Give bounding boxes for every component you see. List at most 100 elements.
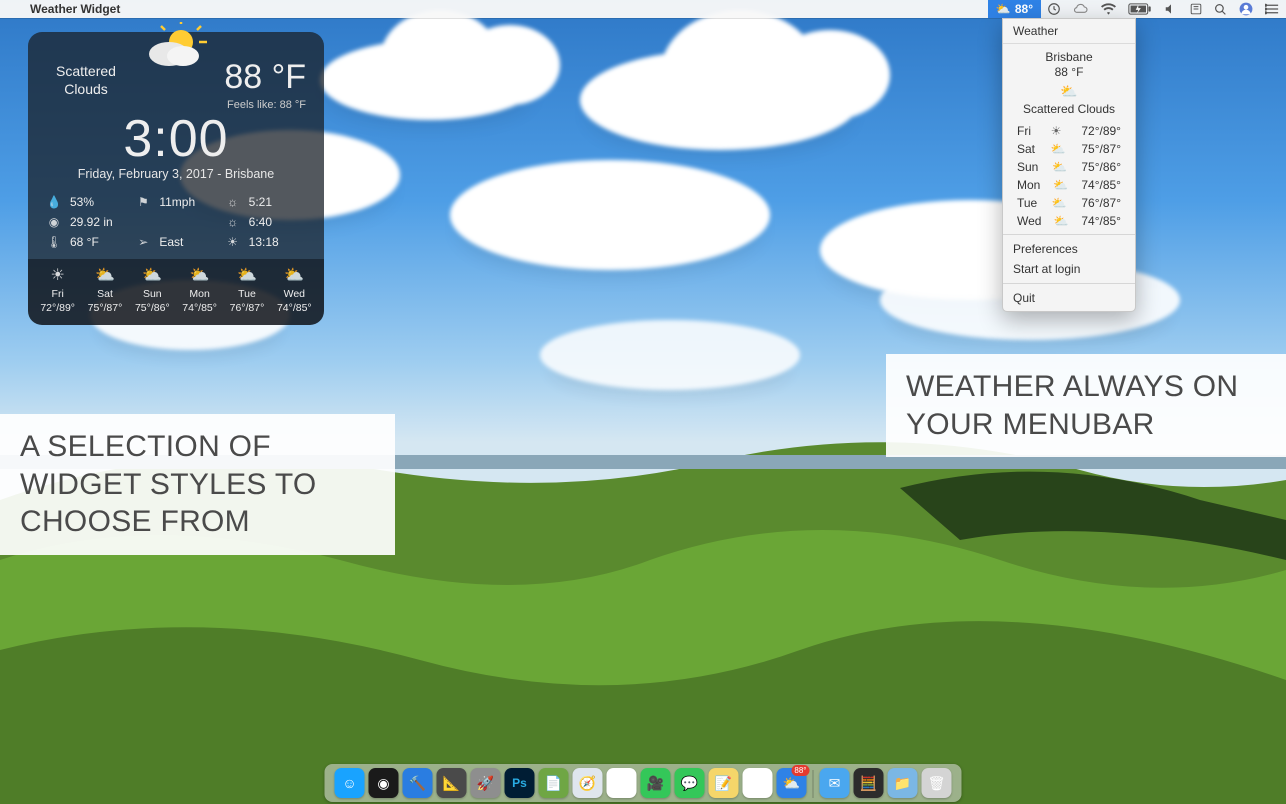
macos-menubar: Weather Widget ⛅ 88° xyxy=(0,0,1286,18)
pressure-value: 29.92 in xyxy=(70,215,127,229)
user-icon[interactable] xyxy=(1233,0,1259,18)
dropdown-forecast-row: Mon⛅74°/85° xyxy=(1003,176,1135,194)
dock-mail-icon[interactable]: ✉ xyxy=(820,768,850,798)
dewpoint-icon: 🌡 xyxy=(46,235,62,249)
sun-icon: ☀ xyxy=(1048,124,1064,138)
partly-cloudy-icon: ⛅ xyxy=(271,267,318,285)
menubar-weather-dropdown: Weather Brisbane 88 °F ⛅ Scattered Cloud… xyxy=(1002,18,1136,312)
dock-chrome-icon[interactable]: ◯ xyxy=(607,768,637,798)
dock-facetime-icon[interactable]: 🎥 xyxy=(641,768,671,798)
partly-cloudy-icon: ⛅ xyxy=(129,267,176,285)
dock-trash-icon[interactable]: 🗑 xyxy=(922,768,952,798)
dock-photoshop-icon[interactable]: Ps xyxy=(505,768,535,798)
widget-forecast-strip: ☀Fri72°/89°⛅Sat75°/87°⛅Sun75°/86°⛅Mon74°… xyxy=(28,259,324,325)
forecast-day-label: Fri xyxy=(1017,124,1031,138)
dropdown-weather-icon: ⛅ xyxy=(1003,83,1135,100)
dock-siri-icon[interactable]: ◉ xyxy=(369,768,399,798)
humidity-icon: 💧 xyxy=(46,195,62,209)
dropdown-forecast-row: Wed ⛅ 74°/85° xyxy=(1003,212,1135,230)
start-at-login-menu-item[interactable]: Start at login xyxy=(1003,259,1135,279)
partly-cloudy-icon: ⛅ xyxy=(1052,160,1068,174)
dock-coda-icon[interactable]: 📄 xyxy=(539,768,569,798)
dock-instruments-icon[interactable]: 📐 xyxy=(437,768,467,798)
macos-dock: ☺◉🔨📐🚀Ps📄🧭◯🎥💬📝🏞⛅88° ✉🧮📁🗑 xyxy=(325,764,962,802)
forecast-day: ⛅ Sun75°/86° xyxy=(129,267,176,315)
partly-cloudy-icon: ⛅ xyxy=(1050,142,1066,156)
forecast-day-label: Mon xyxy=(176,287,223,301)
time-machine-icon[interactable] xyxy=(1041,0,1067,18)
cloud-icon[interactable] xyxy=(1067,0,1095,18)
dock-xcode-icon[interactable]: 🔨 xyxy=(403,768,433,798)
forecast-temps: 75°/86° xyxy=(129,301,176,315)
forecast-day: ⛅Wed74°/85° xyxy=(271,267,318,315)
wifi-icon[interactable] xyxy=(1095,0,1122,18)
forecast-temps: 74°/85° xyxy=(271,301,318,315)
forecast-temps: 76°/87° xyxy=(223,301,270,315)
dock-calculator-icon[interactable]: 🧮 xyxy=(854,768,884,798)
dock-music-folder-icon[interactable]: 📁 xyxy=(888,768,918,798)
feels-like: Feels like: 88 °F xyxy=(224,99,306,111)
dock-badge: 88° xyxy=(791,765,809,776)
humidity-value: 53% xyxy=(70,195,127,209)
battery-icon[interactable] xyxy=(1122,0,1158,18)
forecast-day-label: Fri xyxy=(34,287,81,301)
menubar-temp: 88° xyxy=(1015,2,1033,16)
dropdown-temp: 88 °F xyxy=(1003,65,1135,79)
sun-icon: ☀ xyxy=(34,267,81,285)
partly-cloudy-icon: ⛅ xyxy=(1051,196,1067,210)
sunrise-value: 5:21 xyxy=(249,195,306,209)
forecast-day: ☀ Fri72°/89° xyxy=(34,267,81,315)
cloud-graphic xyxy=(450,160,770,270)
partly-cloudy-icon: ⛅ xyxy=(1053,214,1069,228)
forecast-day: ⛅Mon74°/85° xyxy=(176,267,223,315)
dock-finder-icon[interactable]: ☺ xyxy=(335,768,365,798)
spotlight-input-icon[interactable] xyxy=(1184,0,1208,18)
dropdown-condition: Scattered Clouds xyxy=(1003,102,1135,116)
forecast-day: ⛅ Tue76°/87° xyxy=(223,267,270,315)
day-length-value: 13:18 xyxy=(249,235,306,249)
dock-messages-icon[interactable]: 💬 xyxy=(675,768,705,798)
sunset-icon: ☼ xyxy=(225,215,241,229)
forecast-temps: 72°/89° xyxy=(1081,124,1121,138)
weather-widget[interactable]: Scattered Clouds 88 °F Feels like: 88 °F… xyxy=(28,32,324,325)
forecast-day: ⛅Sat75°/87° xyxy=(81,267,128,315)
dropdown-forecast-row: Sat⛅75°/87° xyxy=(1003,140,1135,158)
date-location: Friday, February 3, 2017 - Brisbane xyxy=(46,167,306,181)
partly-cloudy-icon: ⛅ xyxy=(223,267,270,285)
forecast-temps: 74°/85° xyxy=(1081,178,1121,192)
forecast-day-label: Sat xyxy=(1017,142,1035,156)
spotlight-search-icon[interactable] xyxy=(1208,0,1233,18)
forecast-day-label: Sun xyxy=(129,287,176,301)
quit-menu-item[interactable]: Quit xyxy=(1003,288,1135,311)
dock-safari-icon[interactable]: 🧭 xyxy=(573,768,603,798)
dock-weather-icon[interactable]: ⛅88° xyxy=(777,768,807,798)
weather-icon: ⛅ xyxy=(996,2,1011,16)
cloud-graphic xyxy=(320,40,540,120)
day-length-icon: ☀ xyxy=(225,235,241,249)
forecast-temps: 75°/86° xyxy=(1081,160,1121,174)
forecast-day-label: Wed xyxy=(1017,214,1041,228)
forecast-day-label: Tue xyxy=(223,287,270,301)
caption-left: A SELECTION OF WIDGET STYLES TO CHOOSE F… xyxy=(0,414,395,555)
preferences-menu-item[interactable]: Preferences xyxy=(1003,239,1135,259)
cloud-graphic xyxy=(540,320,800,390)
forecast-temps: 72°/89° xyxy=(34,301,81,315)
forecast-temps: 74°/85° xyxy=(1081,214,1121,228)
wind-value: 11mph xyxy=(159,195,216,209)
caption-right: WEATHER ALWAYS ON YOUR MENUBAR xyxy=(886,354,1286,457)
forecast-day-label: Sun xyxy=(1017,160,1038,174)
dock-launchpad-icon[interactable]: 🚀 xyxy=(471,768,501,798)
dropdown-city: Brisbane xyxy=(1003,50,1135,64)
weather-stats-grid: 💧53% ⚑11mph ☼5:21 ◉29.92 in ☼6:40 🌡68 °F… xyxy=(46,195,306,249)
menubar-weather-item[interactable]: ⛅ 88° xyxy=(988,0,1041,18)
sunset-value: 6:40 xyxy=(249,215,306,229)
notification-center-icon[interactable] xyxy=(1259,0,1286,18)
dock-photos-icon[interactable]: 🏞 xyxy=(743,768,773,798)
dropdown-forecast-row: Fri ☀ 72°/89° xyxy=(1003,122,1135,140)
current-condition: Scattered Clouds xyxy=(46,58,126,98)
dock-notes-icon[interactable]: 📝 xyxy=(709,768,739,798)
forecast-day-label: Tue xyxy=(1017,196,1037,210)
app-name[interactable]: Weather Widget xyxy=(22,2,128,16)
volume-icon[interactable] xyxy=(1158,0,1184,18)
forecast-day-label: Mon xyxy=(1017,178,1040,192)
